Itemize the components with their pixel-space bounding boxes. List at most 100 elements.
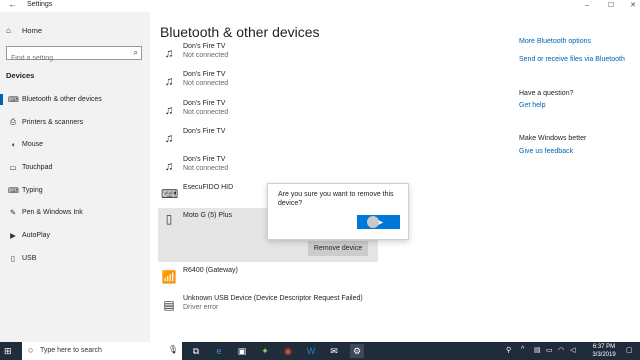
device-status: Driver error xyxy=(183,304,219,311)
sidebar-item-usb[interactable]: ▯ USB xyxy=(0,247,150,270)
device-item[interactable]: ♫ Don's Fire TV Not connected xyxy=(158,155,378,183)
device-name: Don's Fire TV xyxy=(183,156,226,163)
taskbar-search-placeholder: Type here to search xyxy=(40,347,102,354)
remove-device-button[interactable]: Remove device xyxy=(308,241,368,256)
edge-icon[interactable]: e xyxy=(212,344,226,358)
word-icon[interactable]: W xyxy=(304,344,318,358)
sidebar-item-bluetooth[interactable]: ⌨ Bluetooth & other devices xyxy=(0,88,150,111)
sidebar-item-mouse[interactable]: ◖ Mouse xyxy=(0,133,150,156)
pen-icon: ✎ xyxy=(9,208,17,218)
confirm-yes-button[interactable]: ➤ xyxy=(357,215,400,229)
close-icon[interactable]: ✕ xyxy=(626,0,640,11)
device-item[interactable]: ♫ Don's Fire TV xyxy=(158,127,378,155)
section-title: Devices xyxy=(6,71,35,80)
settings-icon[interactable]: ⚙ xyxy=(350,344,364,358)
bluetooth-devices-icon: ⌨ xyxy=(8,94,19,104)
home-nav-item[interactable]: ⌂ Home xyxy=(6,26,42,35)
chrome-icon[interactable]: ◉ xyxy=(281,344,295,358)
sidebar-item-label: Typing xyxy=(22,186,43,194)
dialog-message: Are you sure you want to remove this dev… xyxy=(278,191,394,207)
device-status: Not connected xyxy=(183,109,229,116)
sidebar-item-label: Bluetooth & other devices xyxy=(22,95,102,103)
wifi-icon[interactable]: ◠ xyxy=(558,346,564,354)
confirm-remove-dialog: Are you sure you want to remove this dev… xyxy=(267,183,409,240)
device-item[interactable]: ♫ Don's Fire TV Not connected xyxy=(158,70,378,98)
taskbar-search[interactable]: ○ Type here to search 🎙 xyxy=(22,342,182,360)
sidebar-item-autoplay[interactable]: ▶ AutoPlay xyxy=(0,224,150,247)
device-status: Not connected xyxy=(183,52,229,59)
keyboard-icon: ⌨ xyxy=(8,185,19,195)
search-circle-icon: ○ xyxy=(28,345,34,355)
people-icon[interactable]: ⚲ xyxy=(506,346,511,354)
touchpad-icon: ▭ xyxy=(9,162,17,172)
phone-icon: ▯ xyxy=(165,212,173,226)
device-name: EsecuFIDO HID xyxy=(183,184,234,191)
sidebar-item-touchpad[interactable]: ▭ Touchpad xyxy=(0,156,150,179)
clock[interactable]: 6:37 PM 3/3/2019 xyxy=(587,343,621,359)
minimize-icon[interactable]: – xyxy=(580,0,594,11)
media-device-icon: ♫ xyxy=(164,74,174,88)
autoplay-icon: ▶ xyxy=(10,230,16,240)
more-bluetooth-options-link[interactable]: More Bluetooth options xyxy=(519,38,591,45)
home-label: Home xyxy=(22,26,43,35)
mouse-icon: ◖ xyxy=(10,140,16,150)
device-status: Not connected xyxy=(183,165,229,172)
chevron-up-icon[interactable]: ^ xyxy=(521,346,524,353)
find-setting-search[interactable]: ⌕ xyxy=(6,46,142,65)
network-icon[interactable]: ▤ xyxy=(534,346,541,354)
device-name: Don's Fire TV xyxy=(183,128,226,135)
back-arrow-icon[interactable]: ← xyxy=(8,0,17,9)
device-name: Don's Fire TV xyxy=(183,71,226,78)
device-item[interactable]: ♫ Don's Fire TV Not connected xyxy=(158,42,378,70)
sidebar-item-printers[interactable]: ⎙ Printers & scanners xyxy=(0,111,150,134)
sidebar-item-typing[interactable]: ⌨ Typing xyxy=(0,179,150,202)
device-item[interactable]: ♫ Don's Fire TV Not connected xyxy=(158,99,378,127)
send-receive-files-link[interactable]: Send or receive files via Bluetooth xyxy=(519,56,625,63)
volume-icon[interactable]: ◁ xyxy=(570,346,575,354)
wireless-icon: 📶 xyxy=(161,270,177,284)
file-explorer-icon[interactable] xyxy=(327,344,341,358)
sidebar-item-label: Mouse xyxy=(22,141,44,149)
sidebar-item-label: AutoPlay xyxy=(22,231,51,239)
device-name: Moto G (5) Plus xyxy=(183,212,233,219)
give-feedback-link[interactable]: Give us feedback xyxy=(519,148,573,155)
task-view-icon[interactable]: ⧉ xyxy=(189,344,203,358)
clock-date: 3/3/2019 xyxy=(592,352,616,358)
search-icon[interactable]: ⌕ xyxy=(134,48,138,58)
find-setting-input[interactable] xyxy=(7,52,117,65)
device-item[interactable]: 📶 R6400 (Gateway) xyxy=(158,266,378,294)
main-content: Bluetooth & other devices ♫ Don's Fire T… xyxy=(150,12,640,342)
sidebar-item-label: Touchpad xyxy=(22,163,53,171)
title-bar: ← Settings – ☐ ✕ xyxy=(0,0,640,12)
device-status: Not connected xyxy=(183,80,229,87)
get-help-link[interactable]: Get help xyxy=(519,102,545,109)
sidebar-item-label: Pen & Windows Ink xyxy=(22,209,83,217)
maps-icon[interactable]: ✦ xyxy=(258,344,272,358)
media-device-icon: ♫ xyxy=(164,159,174,173)
sidebar-item-label: Printers & scanners xyxy=(22,118,84,126)
cursor-icon: ➤ xyxy=(377,218,384,227)
question-heading: Have a question? xyxy=(519,90,574,97)
make-windows-better-heading: Make Windows better xyxy=(519,135,587,142)
action-center-icon[interactable]: ▢ xyxy=(626,346,633,354)
sidebar-nav: ⌨ Bluetooth & other devices ⎙ Printers &… xyxy=(0,88,150,270)
maximize-icon[interactable]: ☐ xyxy=(604,0,618,11)
sidebar-item-pen[interactable]: ✎ Pen & Windows Ink xyxy=(0,201,150,224)
media-device-icon: ♫ xyxy=(164,46,174,60)
media-device-icon: ♫ xyxy=(164,103,174,117)
printer-icon: ⎙ xyxy=(10,117,16,127)
generic-device-icon: ▤ xyxy=(163,298,175,312)
microphone-icon[interactable]: 🎙 xyxy=(168,345,178,354)
media-device-icon: ♫ xyxy=(164,131,174,145)
battery-icon[interactable]: ▭ xyxy=(546,346,553,354)
start-windows-icon[interactable]: ⊞ xyxy=(4,346,12,357)
device-name: Unknown USB Device (Device Descriptor Re… xyxy=(183,295,363,302)
window-title: Settings xyxy=(27,1,53,8)
device-name: Don's Fire TV xyxy=(183,100,226,107)
sidebar: ⌂ Home ⌕ Devices ⌨ Bluetooth & other dev… xyxy=(0,12,150,342)
clock-time: 6:37 PM xyxy=(592,344,616,350)
device-item[interactable]: ▤ Unknown USB Device (Device Descriptor … xyxy=(158,294,378,322)
store-icon[interactable]: ▣ xyxy=(235,344,249,358)
page-title: Bluetooth & other devices xyxy=(160,24,320,40)
device-name: R6400 (Gateway) xyxy=(183,267,238,274)
